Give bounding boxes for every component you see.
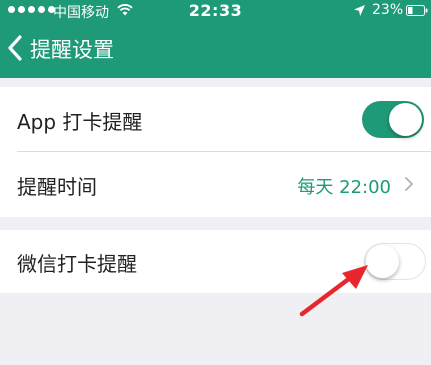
battery-percentage: 23% bbox=[372, 2, 404, 18]
app-checkin-reminder-row: App 打卡提醒 bbox=[0, 87, 431, 152]
status-bar: 中国移动 22:33 23% bbox=[0, 0, 431, 22]
status-time: 22:33 bbox=[188, 1, 243, 20]
app-checkin-reminder-toggle[interactable] bbox=[362, 101, 424, 138]
reminder-settings-group: App 打卡提醒 提醒时间 每天 22:00 bbox=[0, 87, 431, 217]
wechat-checkin-reminder-label: 微信打卡提醒 bbox=[17, 252, 137, 276]
reminder-time-label: 提醒时间 bbox=[17, 175, 97, 199]
nav-header: 中国移动 22:33 23% 提醒设置 bbox=[0, 0, 431, 78]
reminder-time-row[interactable]: 提醒时间 每天 22:00 bbox=[0, 152, 431, 217]
wechat-checkin-reminder-toggle[interactable] bbox=[364, 243, 426, 280]
chevron-right-icon bbox=[405, 177, 413, 191]
red-arrow-annotation-icon bbox=[299, 265, 368, 317]
toggle-knob bbox=[389, 103, 422, 136]
back-chevron-icon[interactable] bbox=[7, 35, 23, 61]
app-checkin-reminder-label: App 打卡提醒 bbox=[17, 110, 143, 134]
page-title: 提醒设置 bbox=[30, 38, 114, 62]
reminder-time-value: 每天 22:00 bbox=[297, 177, 391, 198]
location-arrow-icon bbox=[354, 5, 365, 16]
battery-icon bbox=[406, 5, 428, 16]
